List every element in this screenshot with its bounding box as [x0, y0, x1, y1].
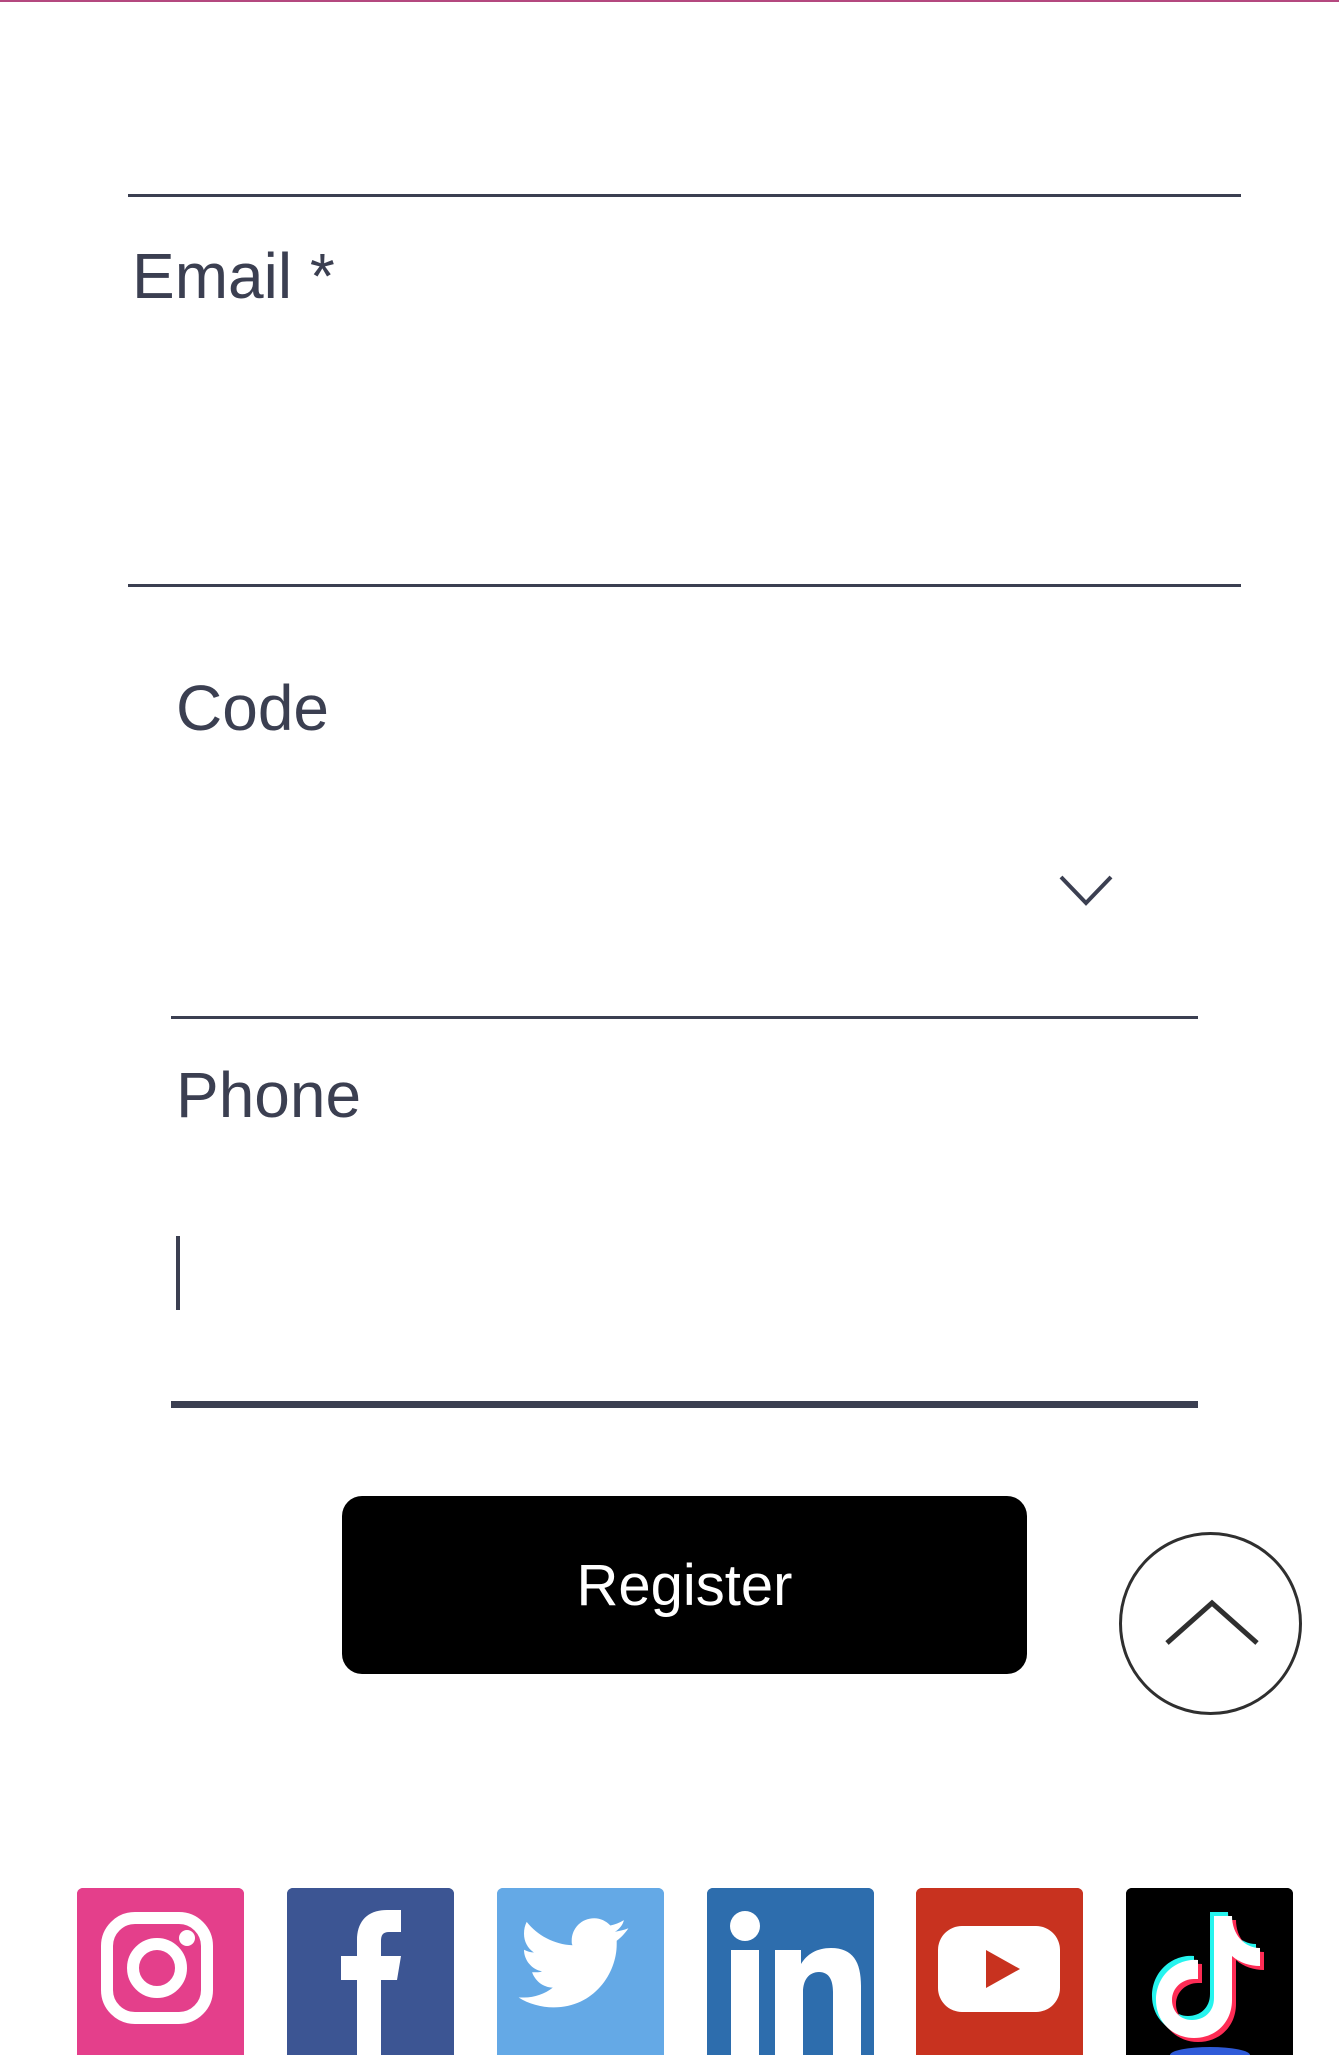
code-label: Code [176, 672, 329, 744]
instagram-icon [77, 1888, 244, 2055]
phone-underline [171, 1401, 1198, 1408]
youtube-icon [916, 1888, 1083, 2055]
facebook-link[interactable] [287, 1888, 454, 2055]
email-underline [128, 584, 1241, 587]
instagram-link[interactable] [77, 1888, 244, 2055]
linkedin-link[interactable] [707, 1888, 874, 2055]
phone-label: Phone [176, 1059, 362, 1131]
previous-field-underline [128, 194, 1241, 197]
twitter-icon [497, 1888, 664, 2055]
tiktok-icon [1126, 1888, 1293, 2055]
code-underline [171, 1016, 1198, 1019]
chevron-down-icon [1059, 875, 1113, 906]
email-label: Email * [132, 240, 335, 312]
facebook-icon [287, 1888, 454, 2055]
linkedin-icon [707, 1888, 874, 2055]
twitter-link[interactable] [497, 1888, 664, 2055]
code-select[interactable] [171, 780, 1198, 1016]
text-cursor [176, 1236, 180, 1310]
scroll-to-top-button[interactable] [1119, 1532, 1302, 1715]
chevron-up-icon [1165, 1599, 1259, 1645]
register-button[interactable]: Register [342, 1496, 1027, 1674]
youtube-link[interactable] [916, 1888, 1083, 2055]
top-accent-border [0, 0, 1339, 2]
email-input[interactable] [132, 440, 1232, 520]
tiktok-link[interactable] [1126, 1888, 1293, 2055]
phone-input[interactable] [188, 1236, 1188, 1316]
